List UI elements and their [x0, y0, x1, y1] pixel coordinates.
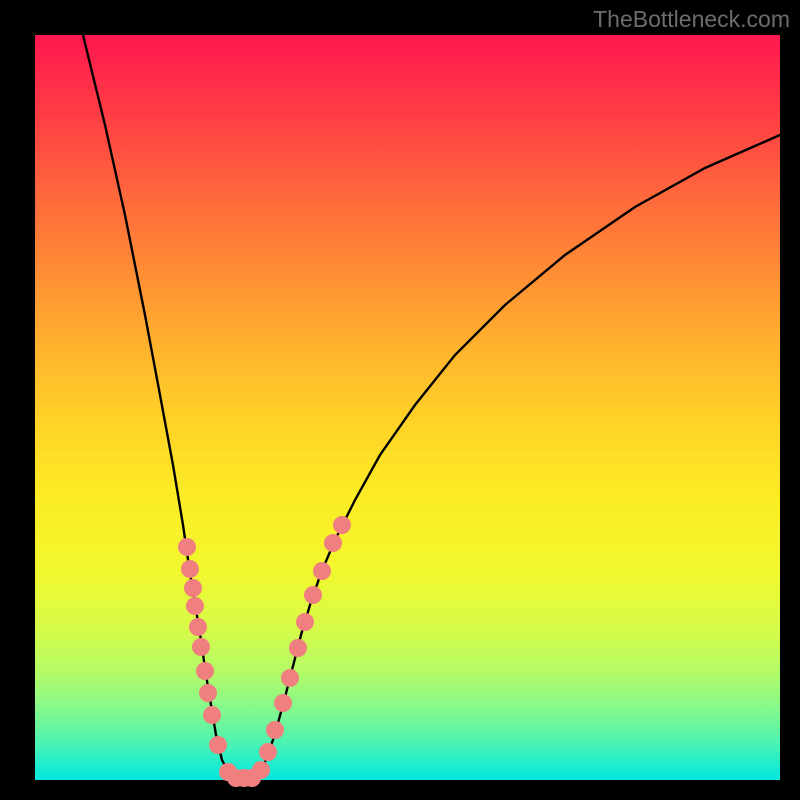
marker-dot [178, 538, 196, 556]
marker-dot [333, 516, 351, 534]
marker-dot [252, 761, 270, 779]
curve-left-path [83, 35, 238, 779]
marker-dot [289, 639, 307, 657]
chart-frame: TheBottleneck.com [0, 0, 800, 800]
marker-dot [296, 613, 314, 631]
marker-dot [281, 669, 299, 687]
marker-dot [199, 684, 217, 702]
marker-dot [274, 694, 292, 712]
marker-dot [181, 560, 199, 578]
watermark-text: TheBottleneck.com [593, 6, 790, 33]
marker-group [178, 516, 351, 787]
marker-dot [192, 638, 210, 656]
marker-dot [203, 706, 221, 724]
marker-dot [186, 597, 204, 615]
bottleneck-curve [35, 35, 780, 780]
plot-area [35, 35, 780, 780]
marker-dot [266, 721, 284, 739]
marker-dot [209, 736, 227, 754]
marker-dot [196, 662, 214, 680]
marker-dot [259, 743, 277, 761]
marker-dot [324, 534, 342, 552]
marker-dot [313, 562, 331, 580]
marker-dot [304, 586, 322, 604]
marker-dot [184, 579, 202, 597]
curve-right-path [238, 135, 780, 779]
marker-dot [189, 618, 207, 636]
